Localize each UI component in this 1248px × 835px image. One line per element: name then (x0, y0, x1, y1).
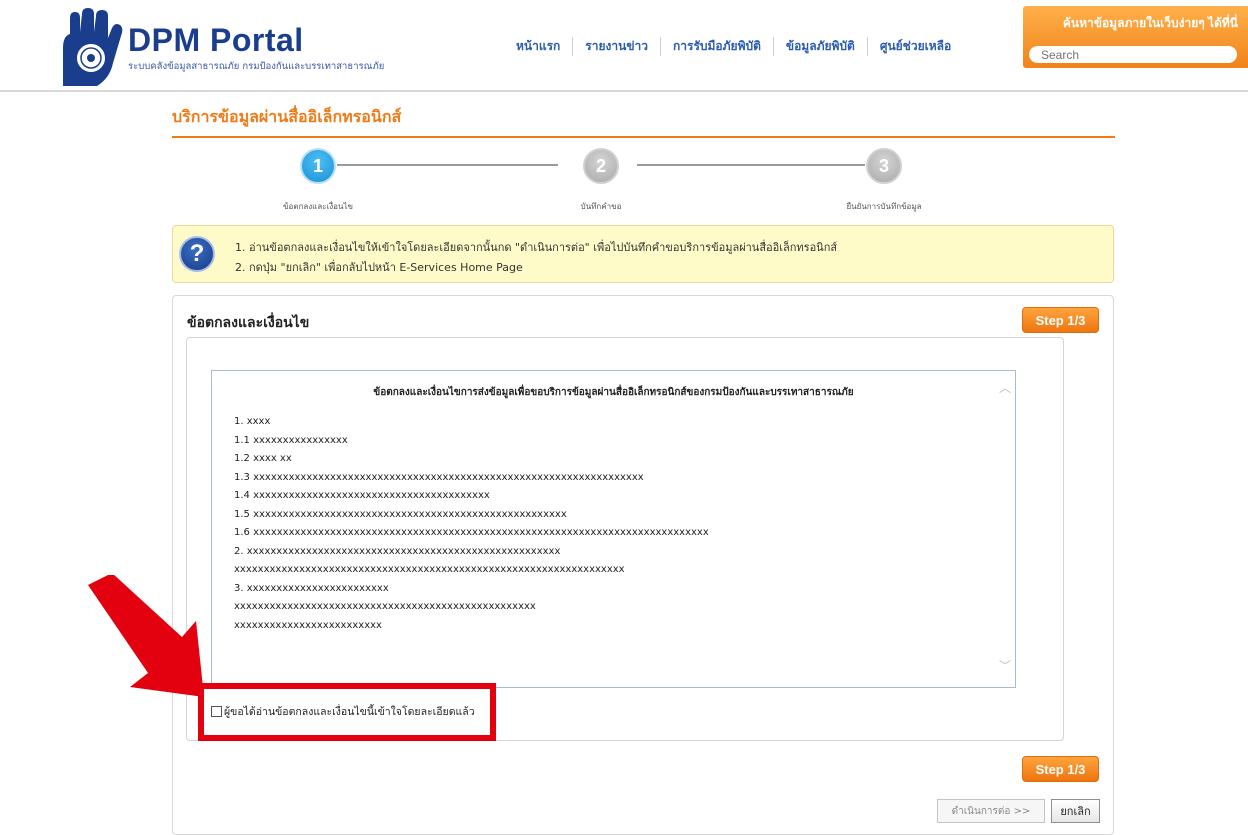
terms-line: 1. xxxx (234, 416, 271, 427)
terms-line: 1.6 xxxxxxxxxxxxxxxxxxxxxxxxxxxxxxxxxxxx… (234, 527, 709, 538)
cancel-button[interactable]: ยกเลิก (1051, 799, 1100, 823)
brand-title[interactable]: DPM Portal (128, 22, 304, 59)
step-2-label: บันทึกคำขอ (580, 202, 622, 211)
nav-item-disaster-data[interactable]: ข้อมูลภัยพิบัติ (772, 37, 867, 56)
search-title: ค้นหาข้อมูลภายในเว็บง่ายๆ ได้ที่นี่ (1062, 16, 1238, 30)
instruction-box: ? 1. อ่านข้อตกลงและเงื่อนไขให้เข้าใจโดยล… (172, 225, 1114, 283)
terms-container: ข้อตกลงและเงื่อนไขการส่งข้อมูลเพื่อขอบริ… (186, 337, 1064, 741)
terms-line: 1.3 xxxxxxxxxxxxxxxxxxxxxxxxxxxxxxxxxxxx… (234, 471, 644, 483)
terms-panel: ข้อตกลงและเงื่อนไข Step 1/3 ข้อตกลงและเง… (172, 295, 1114, 835)
terms-line: 1.4 xxxxxxxxxxxxxxxxxxxxxxxxxxxxxxxxxxxx… (234, 490, 490, 501)
site-header: DPM Portal ระบบคลังข้อมูลสาธารณภัย กรมป้… (0, 0, 1248, 92)
step-1-circle: 1 (300, 148, 336, 184)
next-button[interactable]: ดำเนินการต่อ >> (937, 799, 1045, 823)
terms-line: 1.5 xxxxxxxxxxxxxxxxxxxxxxxxxxxxxxxxxxxx… (234, 508, 567, 520)
step-3-label: ยืนยันการบันทึกข้อมูล (846, 202, 922, 211)
nav-item-help-center[interactable]: ศูนย์ช่วยเหลือ (866, 37, 963, 56)
instruction-line-1: 1. อ่านข้อตกลงและเงื่อนไขให้เข้าใจโดยละเ… (235, 241, 838, 254)
stepper: 1 ข้อตกลงและเงื่อนไข 2 บันทึกคำขอ 3 ยืนย… (172, 148, 1115, 218)
step-connector (337, 164, 558, 166)
terms-line: 1.2 xxxx xx (234, 453, 292, 464)
nav-item-disaster-response[interactable]: การรับมือภัยพิบัติ (660, 37, 773, 56)
terms-heading: ข้อตกลงและเงื่อนไขการส่งข้อมูลเพื่อขอบริ… (373, 387, 854, 398)
terms-line: 1.1 xxxxxxxxxxxxxxxx (234, 434, 348, 446)
brand-subtitle: ระบบคลังข้อมูลสาธารณภัย กรมป้องกันและบรร… (128, 61, 385, 72)
terms-content: 1. xxxx 1.1 xxxxxxxxxxxxxxxx 1.2 xxxx xx… (234, 413, 709, 635)
nav-item-home[interactable]: หน้าแรก (516, 37, 572, 56)
terms-textarea[interactable]: ข้อตกลงและเงื่อนไขการส่งข้อมูลเพื่อขอบริ… (211, 370, 1016, 688)
main-nav: หน้าแรก รายงานข่าว การรับมือภัยพิบัติ ข้… (516, 37, 963, 56)
step-1-label: ข้อตกลงและเงื่อนไข (283, 202, 353, 211)
search-input[interactable] (1029, 46, 1237, 63)
terms-line: xxxxxxxxxxxxxxxxxxxxxxxxx (234, 619, 382, 631)
help-question-icon: ? (179, 236, 215, 272)
title-divider (172, 136, 1115, 138)
scroll-up-icon[interactable]: ︿ (999, 382, 1011, 394)
dpm-logo-icon[interactable] (55, 8, 125, 88)
instruction-line-2: 2. กดปุ่ม "ยกเลิก" เพื่อกลับไปหน้า E-Ser… (235, 261, 523, 274)
scroll-down-icon[interactable]: ﹀ (999, 660, 1011, 672)
terms-line: 3. xxxxxxxxxxxxxxxxxxxxxxxx (234, 582, 389, 594)
step-connector (637, 164, 865, 166)
page-title: บริการข้อมูลผ่านสื่ออิเล็กทรอนิกส์ (172, 109, 402, 126)
search-panel: ค้นหาข้อมูลภายในเว็บง่ายๆ ได้ที่นี่ (1023, 6, 1248, 68)
terms-line: xxxxxxxxxxxxxxxxxxxxxxxxxxxxxxxxxxxxxxxx… (234, 601, 536, 612)
step-badge-top: Step 1/3 (1022, 307, 1099, 333)
highlight-box (198, 683, 496, 741)
terms-line: xxxxxxxxxxxxxxxxxxxxxxxxxxxxxxxxxxxxxxxx… (234, 564, 625, 575)
step-2-circle: 2 (583, 148, 619, 184)
nav-item-news[interactable]: รายงานข่าว (572, 37, 660, 56)
step-3-circle: 3 (866, 148, 902, 184)
terms-line: 2. xxxxxxxxxxxxxxxxxxxxxxxxxxxxxxxxxxxxx… (234, 545, 561, 557)
step-badge-bottom: Step 1/3 (1022, 756, 1099, 782)
header-divider (0, 90, 1248, 92)
panel-title: ข้อตกลงและเงื่อนไข (187, 314, 310, 330)
